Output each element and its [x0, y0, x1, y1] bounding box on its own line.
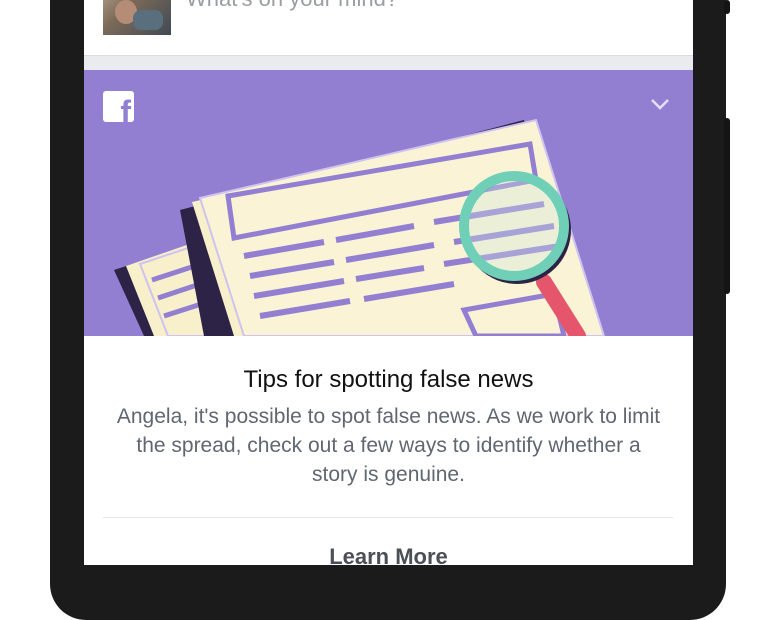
facebook-logo-icon: f — [103, 91, 134, 122]
phone-side-button — [724, 0, 730, 14]
phone-screen: What's on your mind? — [84, 0, 693, 565]
tips-card: f Tips for spotting false news Angela, i… — [84, 70, 693, 565]
card-title: Tips for spotting false news — [243, 366, 534, 393]
composer-input[interactable]: What's on your mind? — [186, 0, 398, 12]
feed-divider — [84, 55, 693, 70]
learn-more-button[interactable]: Learn More — [84, 544, 693, 565]
facebook-logo-glyph: f — [120, 94, 131, 122]
chevron-down-icon[interactable] — [650, 98, 670, 110]
card-divider — [103, 517, 673, 518]
card-body: Angela, it's possible to spot false news… — [116, 405, 661, 486]
card-banner: f — [84, 70, 693, 336]
status-composer: What's on your mind? — [84, 0, 693, 55]
phone-volume-button — [724, 118, 730, 294]
avatar[interactable] — [103, 0, 171, 35]
newspaper-magnifier-illustration — [114, 118, 606, 336]
